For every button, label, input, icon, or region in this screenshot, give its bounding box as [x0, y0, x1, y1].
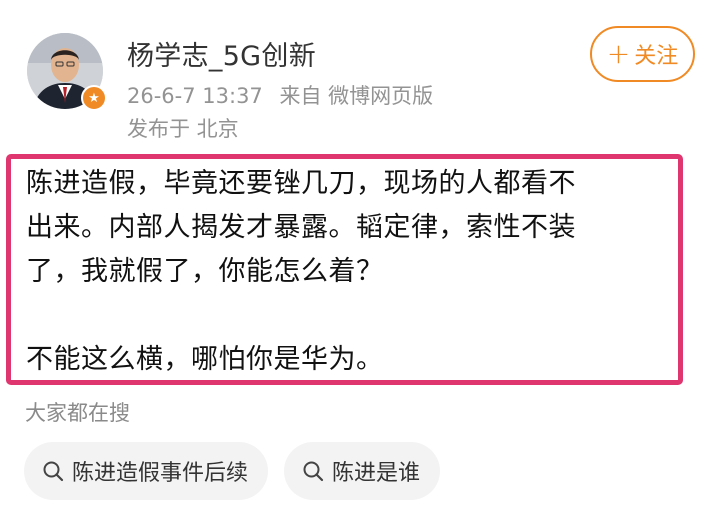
trending-search-heading: 大家都在搜 — [25, 401, 130, 425]
post-line: 陈进造假，毕竟还要锉几刀，现场的人都看不 — [26, 168, 576, 199]
search-icon — [43, 461, 64, 482]
post-line-blank — [26, 294, 676, 338]
search-chip[interactable]: 陈进造假事件后续 — [24, 442, 269, 500]
avatar[interactable]: ★ — [27, 33, 107, 111]
search-chip[interactable]: 陈进是谁 — [284, 442, 441, 500]
location-label: 发布于 北京 — [127, 117, 239, 141]
search-icon — [303, 461, 324, 482]
post-line: 了，我就假了，你能怎么着？ — [26, 256, 384, 287]
post-line: 不能这么横，哪怕你是华为。 — [26, 344, 384, 375]
search-chip-list: 陈进造假事件后续 陈进是谁 — [24, 442, 441, 500]
follow-label: 关注 — [634, 44, 679, 69]
follow-button[interactable]: + 关注 — [590, 26, 695, 82]
timestamp: 26-6-7 13:37 — [127, 84, 263, 108]
plus-icon: + — [606, 37, 631, 70]
verified-star-icon: ★ — [81, 85, 107, 111]
post-body: 陈进造假，毕竟还要锉几刀，现场的人都看不 出来。内部人揭发才暴露。韬定律，索性不… — [26, 162, 676, 382]
source-label[interactable]: 来自 微博网页版 — [279, 84, 433, 108]
post-meta: 26-6-7 13:37 来自 微博网页版 — [127, 80, 443, 110]
search-chip-label: 陈进是谁 — [332, 461, 421, 486]
search-chip-label: 陈进造假事件后续 — [72, 461, 249, 486]
weibo-post-card: ★ 杨学志_5G创新 26-6-7 13:37 来自 微博网页版 发布于 北京 … — [0, 0, 720, 524]
post-line: 出来。内部人揭发才暴露。韬定律，索性不装 — [26, 212, 576, 243]
username[interactable]: 杨学志_5G创新 — [127, 34, 316, 73]
